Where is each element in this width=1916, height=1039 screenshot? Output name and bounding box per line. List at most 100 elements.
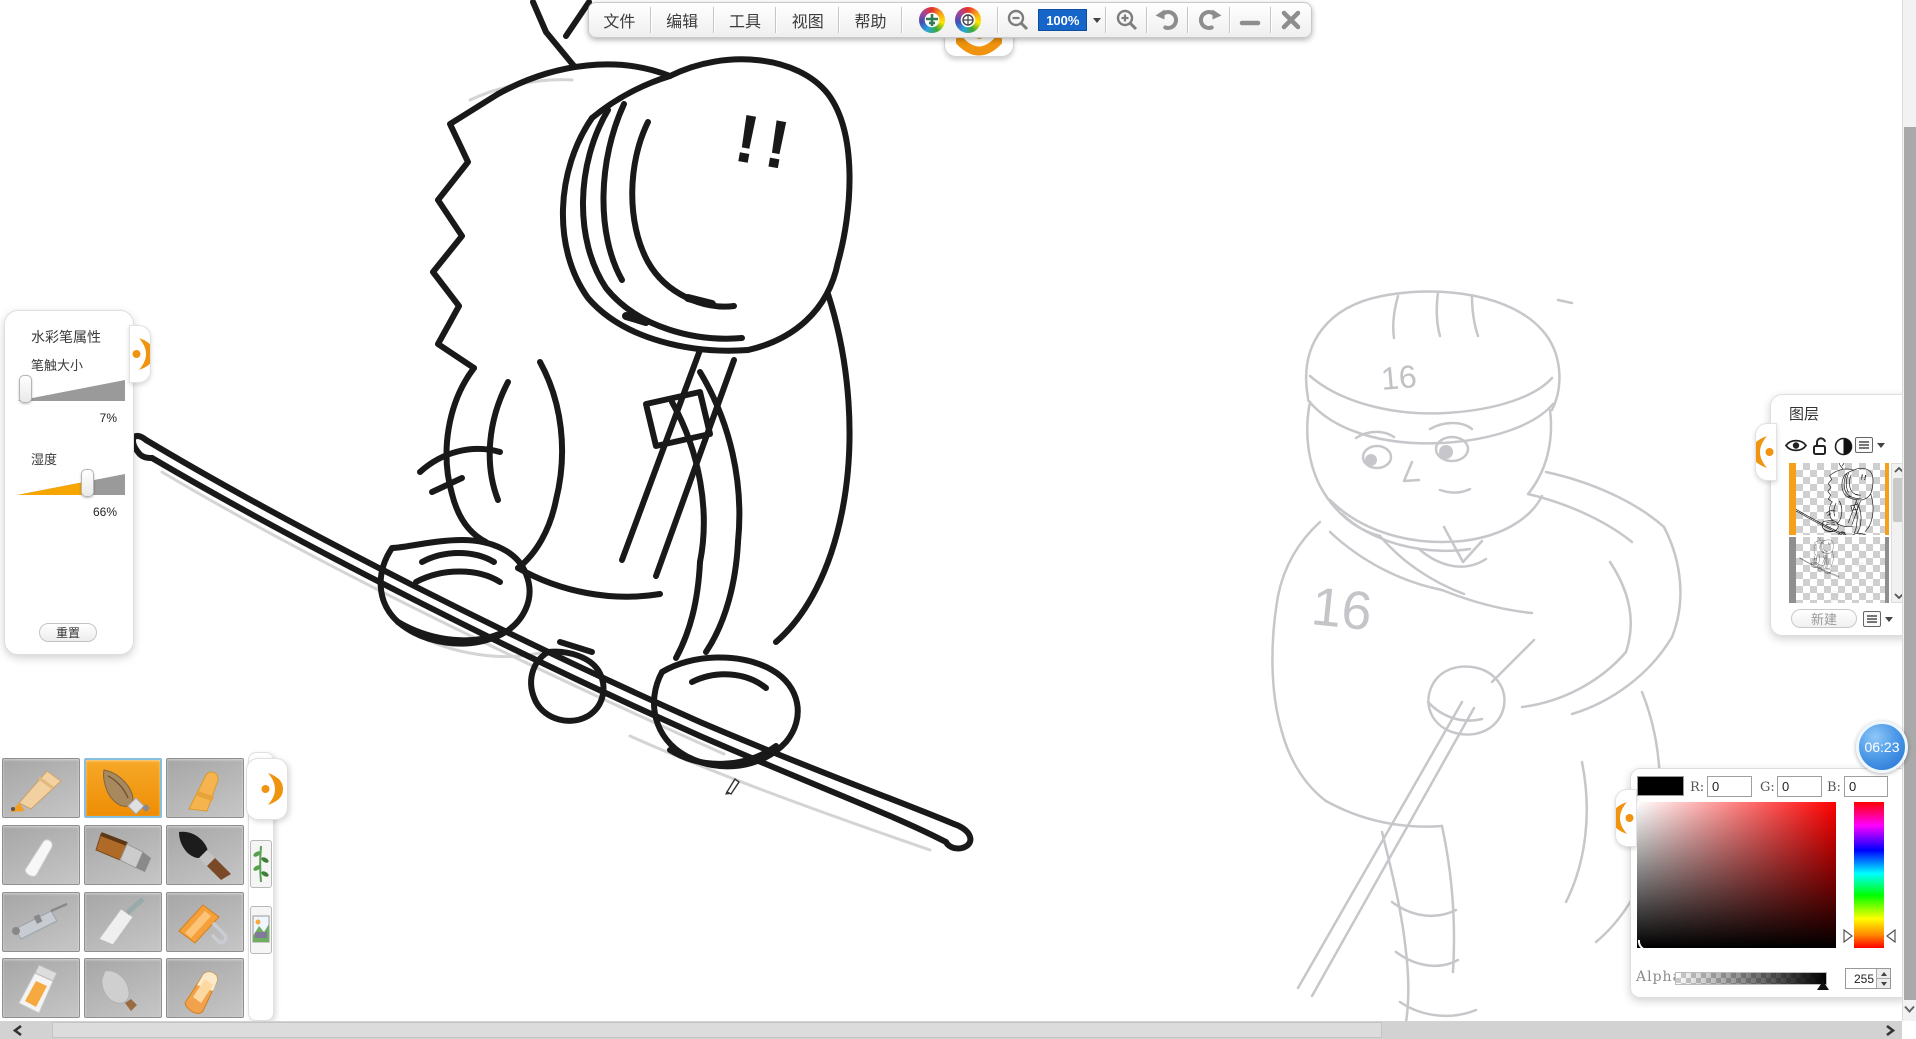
brush-size-value: 7% — [5, 411, 117, 425]
pen-cursor-icon — [726, 779, 739, 794]
hue-strip[interactable] — [1854, 802, 1884, 948]
brush-size-slider[interactable] — [17, 375, 125, 407]
panel-title: 水彩笔属性 — [31, 327, 101, 347]
menu-view[interactable]: 视图 — [777, 3, 838, 37]
plant-brush-button[interactable] — [250, 840, 272, 888]
chevron-down-icon — [1885, 617, 1893, 622]
panel-handle-icon — [1616, 796, 1636, 840]
mascot-buttons — [903, 3, 997, 37]
layer-bar — [1885, 537, 1889, 603]
color-picker-panel: R: G: B: Alpha 255 — [1630, 768, 1910, 998]
chevron-down-icon — [1881, 982, 1887, 986]
layer-bar — [1789, 537, 1796, 603]
alpha-decrement-button[interactable] — [1877, 978, 1890, 988]
layer-item-1[interactable] — [1789, 463, 1889, 535]
brush-size-slider-thumb[interactable] — [19, 375, 32, 403]
wetness-value: 66% — [5, 505, 117, 519]
panel-handle-icon — [1756, 430, 1776, 474]
vertical-scrollbar[interactable] — [1902, 0, 1916, 1021]
zoom-level-value[interactable]: 100% — [1038, 9, 1087, 31]
layer-thumbnail — [1796, 463, 1885, 535]
menu-edit[interactable]: 编辑 — [652, 3, 713, 37]
blend-contrast-icon — [1834, 437, 1853, 456]
session-timer[interactable]: 06:23 — [1856, 721, 1908, 773]
layer-item-2[interactable] — [1789, 537, 1889, 603]
undo-icon — [1154, 6, 1182, 34]
scrollbar-thumb[interactable] — [1904, 127, 1916, 1000]
wetness-slider[interactable] — [17, 469, 125, 501]
scrollbar-thumb[interactable] — [52, 1022, 1382, 1038]
redo-icon — [1195, 6, 1223, 34]
blue-input[interactable] — [1844, 776, 1888, 797]
drawing-canvas[interactable]: !! 16 — [0, 0, 1916, 1039]
panel-handle-icon — [130, 332, 150, 376]
hue-marker-right[interactable] — [1886, 929, 1896, 943]
chevron-down-icon — [1877, 443, 1885, 448]
zoom-in-button[interactable] — [1107, 3, 1146, 37]
menu-file[interactable]: 文件 — [589, 3, 650, 37]
plant-brush-icon — [253, 844, 269, 884]
brush-properties-panel: 水彩笔属性 笔触大小 7% 湿度 66% 重置 — [4, 310, 134, 655]
layer-bottom-menu-button[interactable] — [1863, 611, 1881, 627]
texture-image-icon — [252, 910, 270, 950]
close-icon — [1279, 8, 1303, 32]
minimize-button[interactable] — [1231, 3, 1270, 37]
scroll-down-icon[interactable] — [1904, 1004, 1915, 1014]
app-window: !! 16 — [0, 0, 1916, 1039]
layer-lock-button[interactable] — [1812, 437, 1830, 461]
layer-menu-icon — [1866, 614, 1878, 624]
alpha-increment-button[interactable] — [1877, 969, 1890, 978]
brush-properties-collapse-handle[interactable] — [129, 325, 151, 383]
alpha-spinbox[interactable]: 255 — [1845, 968, 1891, 989]
blue-label: B: — [1827, 780, 1841, 795]
texture-image-button[interactable] — [250, 906, 272, 954]
undo-button[interactable] — [1148, 3, 1187, 37]
palette-globe-icon[interactable] — [955, 7, 981, 33]
green-label: G: — [1760, 780, 1775, 795]
visibility-eye-icon — [1784, 437, 1808, 454]
scroll-right-icon[interactable] — [1884, 1024, 1896, 1037]
layer-selected-bar — [1789, 463, 1796, 535]
chevron-down-icon — [1093, 18, 1101, 23]
wetness-label: 湿度 — [31, 449, 57, 468]
color-face-icon[interactable] — [919, 7, 945, 33]
layer-bottom-menu-dropdown[interactable] — [1885, 617, 1893, 622]
minimize-icon — [1238, 8, 1262, 32]
layers-collapse-handle[interactable] — [1755, 423, 1777, 481]
color-picker-collapse-handle[interactable] — [1615, 789, 1637, 847]
alpha-marker-icon[interactable] — [1817, 981, 1829, 990]
red-label: R: — [1690, 780, 1704, 795]
layer-visibility-button[interactable] — [1784, 437, 1808, 459]
layer-menu-dropdown[interactable] — [1877, 443, 1885, 448]
saturation-value-field[interactable] — [1637, 802, 1836, 948]
zoom-out-button[interactable] — [999, 3, 1036, 37]
green-input[interactable] — [1777, 776, 1822, 797]
palette-collapse-handle[interactable] — [246, 758, 288, 820]
hue-marker-left[interactable] — [1843, 929, 1853, 943]
layer-selected-bar — [1885, 463, 1889, 535]
layer-menu-icon — [1858, 440, 1870, 450]
horizontal-scrollbar[interactable] — [0, 1021, 1902, 1039]
layer-list — [1780, 463, 1889, 603]
mascot-smile-icon — [956, 37, 1002, 59]
zoom-dropdown-button[interactable] — [1089, 3, 1105, 37]
new-layer-button[interactable]: 新建 — [1791, 609, 1857, 628]
close-button[interactable] — [1272, 3, 1311, 37]
panel-handle-icon — [259, 767, 283, 811]
panel-title: 图层 — [1789, 403, 1819, 424]
layer-blend-button[interactable] — [1834, 437, 1853, 461]
reset-button[interactable]: 重置 — [39, 623, 97, 642]
layers-panel: 图层 — [1770, 394, 1916, 636]
unlock-icon — [1812, 437, 1830, 456]
layer-menu-button[interactable] — [1855, 437, 1873, 453]
brush-size-label: 笔触大小 — [31, 355, 83, 374]
alpha-slider[interactable] — [1675, 972, 1827, 985]
menu-tools[interactable]: 工具 — [715, 3, 776, 37]
scroll-left-icon[interactable] — [12, 1024, 24, 1037]
wetness-slider-thumb[interactable] — [81, 469, 94, 497]
red-input[interactable] — [1707, 776, 1752, 797]
menu-help[interactable]: 帮助 — [840, 3, 901, 37]
scrollbar-corner — [1902, 1021, 1916, 1039]
current-color-swatch[interactable] — [1637, 776, 1684, 796]
redo-button[interactable] — [1189, 3, 1228, 37]
